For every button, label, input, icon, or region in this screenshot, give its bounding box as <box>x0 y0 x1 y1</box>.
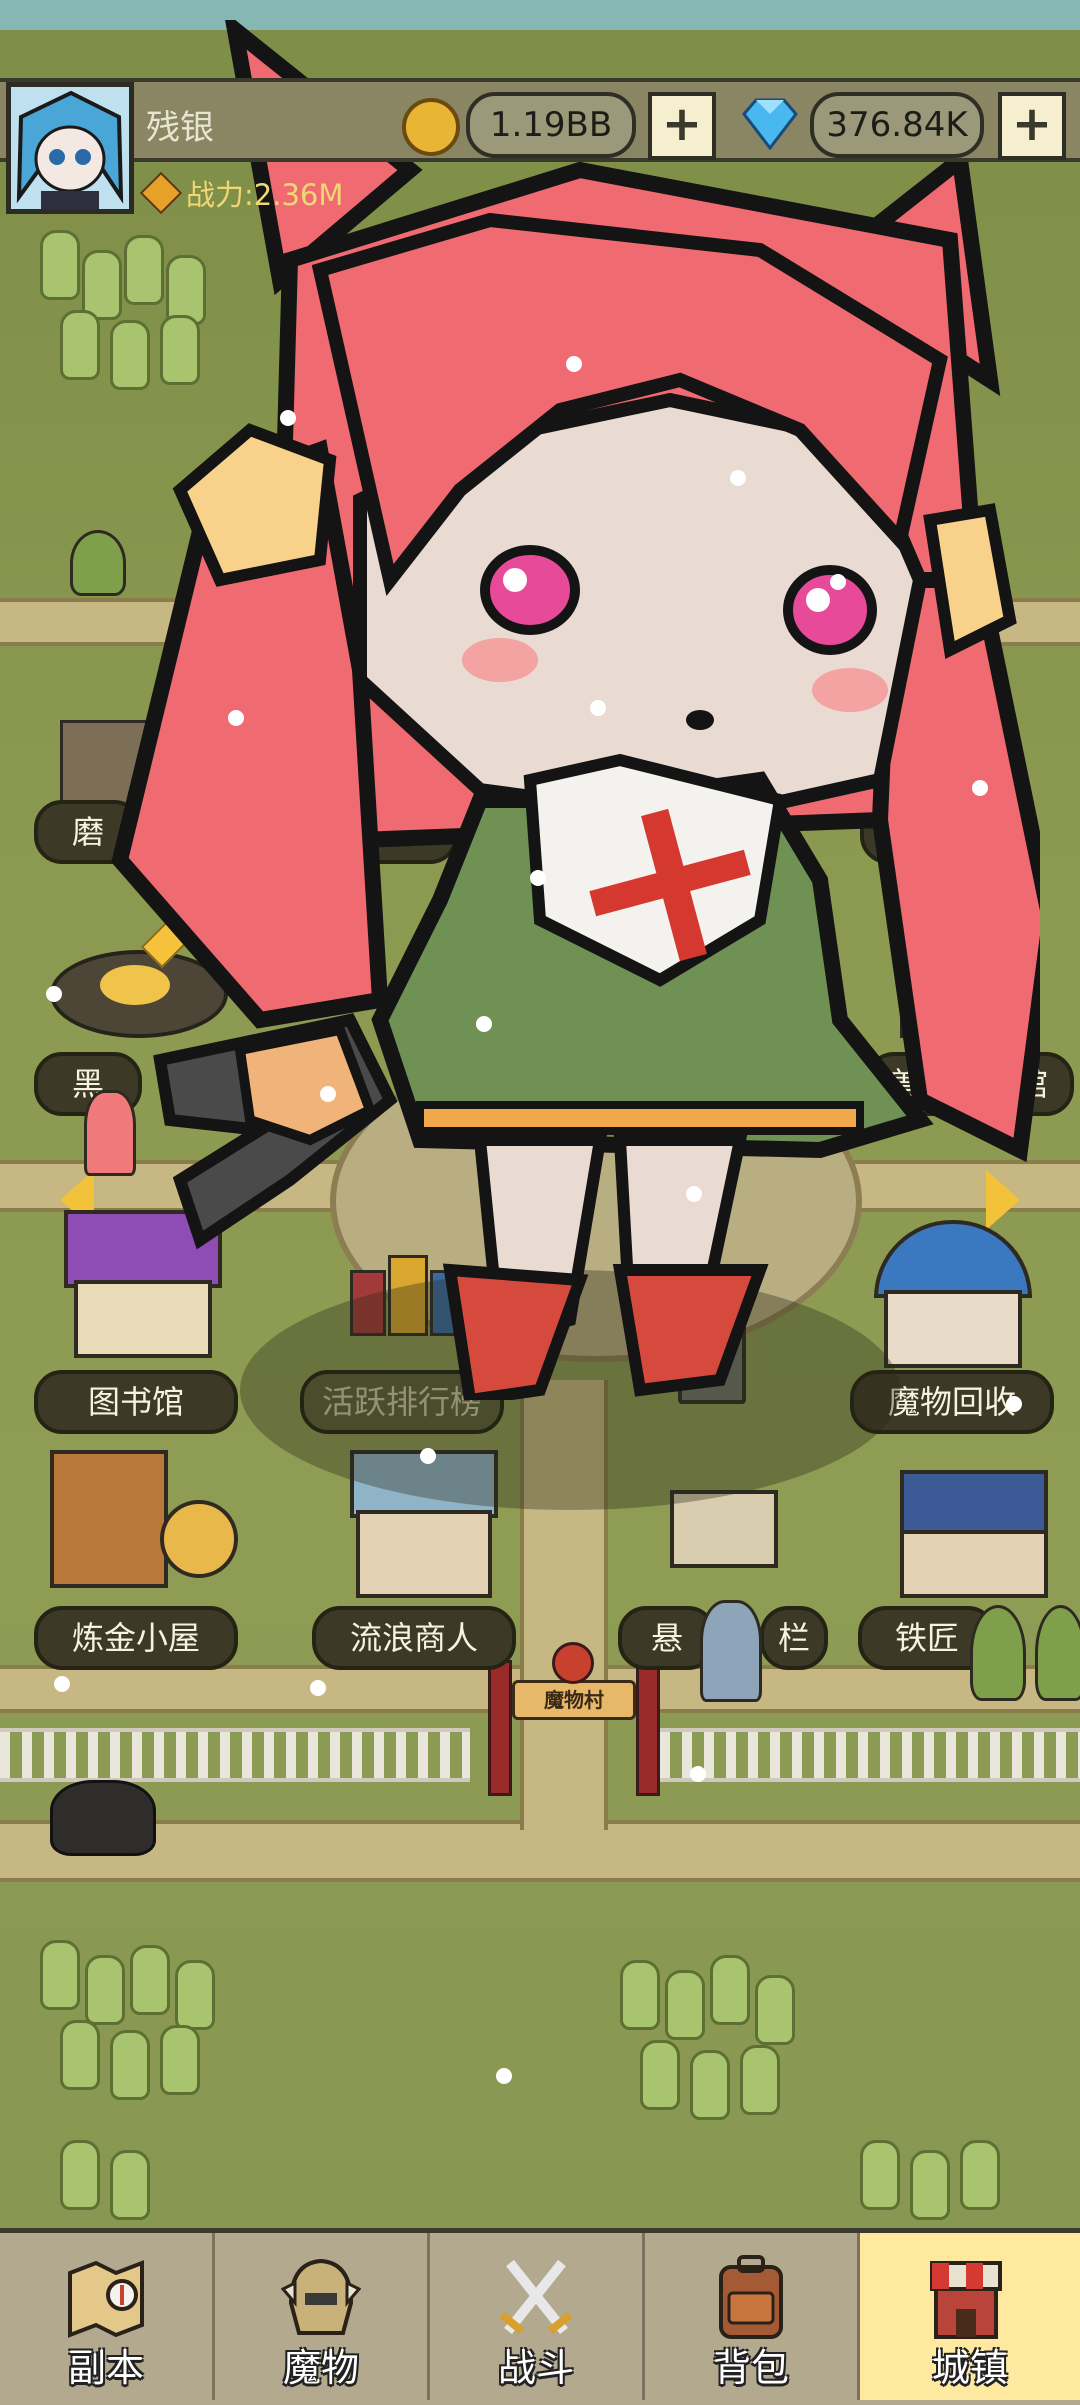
tree <box>175 1960 215 2030</box>
right-eye-shine <box>806 588 830 612</box>
tree <box>710 1955 750 2025</box>
tree <box>60 2020 100 2090</box>
hand-ribbon <box>234 1024 377 1146</box>
snowflake <box>566 356 582 372</box>
snowflake <box>590 700 606 716</box>
belt <box>416 1101 864 1135</box>
add-gold-button[interactable]: + <box>648 92 716 160</box>
snowflake <box>830 574 846 590</box>
snowflake <box>686 1186 702 1202</box>
fence-left <box>0 1728 470 1782</box>
tree <box>860 2140 900 2210</box>
gate-post-right <box>636 1660 660 1796</box>
tree <box>130 1945 170 2015</box>
tree <box>110 2150 150 2220</box>
snowflake <box>972 780 988 796</box>
village-map[interactable]: 魔物村 磨 福利 魔 黑 兽人 馆 图书馆 活跃排行榜 魔物回收 <box>0 0 1080 2230</box>
snowflake <box>310 1680 326 1696</box>
player-name: 残银 <box>146 108 214 148</box>
add-gems-button[interactable]: + <box>998 92 1066 160</box>
label-task-2[interactable]: 栏 <box>760 1606 828 1670</box>
tree <box>160 2025 200 2095</box>
tab-town[interactable]: 城镇 <box>860 2233 1080 2400</box>
power-value: 战力:2.36M <box>186 178 344 212</box>
tree <box>960 2140 1000 2210</box>
tree <box>665 1970 705 2040</box>
snowflake <box>280 410 296 426</box>
tab-monsters-label: 魔物 <box>282 2346 359 2390</box>
tree <box>620 1960 660 2030</box>
snowflake <box>730 470 746 486</box>
alchemy-house-icon <box>50 1450 168 1588</box>
diamond-icon <box>742 98 798 150</box>
backpack-icon <box>719 2255 783 2339</box>
black-dog-sprite[interactable] <box>50 1780 156 1856</box>
building-blacksmith[interactable] <box>860 1460 1060 1600</box>
snowflake <box>690 1766 706 1782</box>
gold-coin-icon <box>402 98 460 156</box>
snowflake <box>54 1676 70 1692</box>
snowflake <box>46 986 62 1002</box>
map-icon <box>68 2260 144 2338</box>
left-blush <box>462 638 538 682</box>
snowflake <box>320 1086 336 1102</box>
tab-dungeon-label: 副本 <box>67 2346 144 2390</box>
gate-post-left <box>488 1660 512 1796</box>
potion-flask-icon <box>160 1500 238 1578</box>
gate-emblem <box>552 1642 594 1684</box>
building-alchemy[interactable] <box>40 1430 250 1600</box>
tree <box>85 1955 125 2025</box>
gold-amount: 1.19BB <box>466 92 636 158</box>
tab-battle-label: 战斗 <box>497 2346 574 2390</box>
player-avatar[interactable] <box>6 82 134 214</box>
crossed-swords-icon <box>499 2259 573 2335</box>
label-merchant[interactable]: 流浪商人 <box>312 1606 516 1670</box>
tree <box>60 2140 100 2210</box>
snowflake <box>476 1016 492 1032</box>
tab-dungeon[interactable]: 副本 <box>0 2233 215 2400</box>
power-icon <box>139 171 183 215</box>
right-boot <box>612 1264 769 1397</box>
mouth <box>686 710 714 730</box>
right-blush <box>812 668 888 712</box>
avatar-portrait-icon <box>11 87 129 209</box>
blacksmith-house-icon <box>900 1530 1048 1598</box>
snowflake <box>1006 1396 1022 1412</box>
tab-monsters[interactable]: 魔物 <box>215 2233 430 2400</box>
tree <box>40 1940 80 2010</box>
left-eye <box>480 545 580 635</box>
gem-amount: 376.84K <box>810 92 984 158</box>
snowflake <box>530 870 546 886</box>
village-gate-sign: 魔物村 <box>512 1680 636 1720</box>
merchant-house-icon <box>356 1510 492 1598</box>
right-ribbon <box>923 503 1017 660</box>
ranger-sprite[interactable] <box>700 1600 762 1702</box>
goblin-sprite[interactable] <box>970 1605 1026 1701</box>
tree <box>740 2045 780 2115</box>
blacksmith-roof <box>900 1470 1048 1538</box>
tree <box>640 2040 680 2110</box>
tree <box>690 2050 730 2120</box>
tab-backpack-label: 背包 <box>712 2346 789 2390</box>
label-alchemy[interactable]: 炼金小屋 <box>34 1606 238 1670</box>
combat-power: 战力:2.36M <box>139 171 344 215</box>
left-boot <box>442 1263 589 1400</box>
snowflake <box>420 1448 436 1464</box>
goblin-sprite[interactable] <box>1035 1605 1080 1701</box>
left-eye-shine <box>503 568 527 592</box>
tree <box>755 1975 795 2045</box>
giant-character[interactable] <box>60 20 1040 1400</box>
tab-battle[interactable]: 战斗 <box>430 2233 645 2400</box>
tab-backpack[interactable]: 背包 <box>645 2233 860 2400</box>
shop-icon <box>930 2261 1002 2339</box>
fence-right <box>660 1728 1080 1782</box>
helmet-icon <box>281 2258 361 2335</box>
snowflake <box>496 2068 512 2084</box>
tree <box>910 2150 950 2220</box>
snowflake <box>228 710 244 726</box>
tab-town-label: 城镇 <box>931 2346 1008 2390</box>
tree <box>110 2030 150 2100</box>
